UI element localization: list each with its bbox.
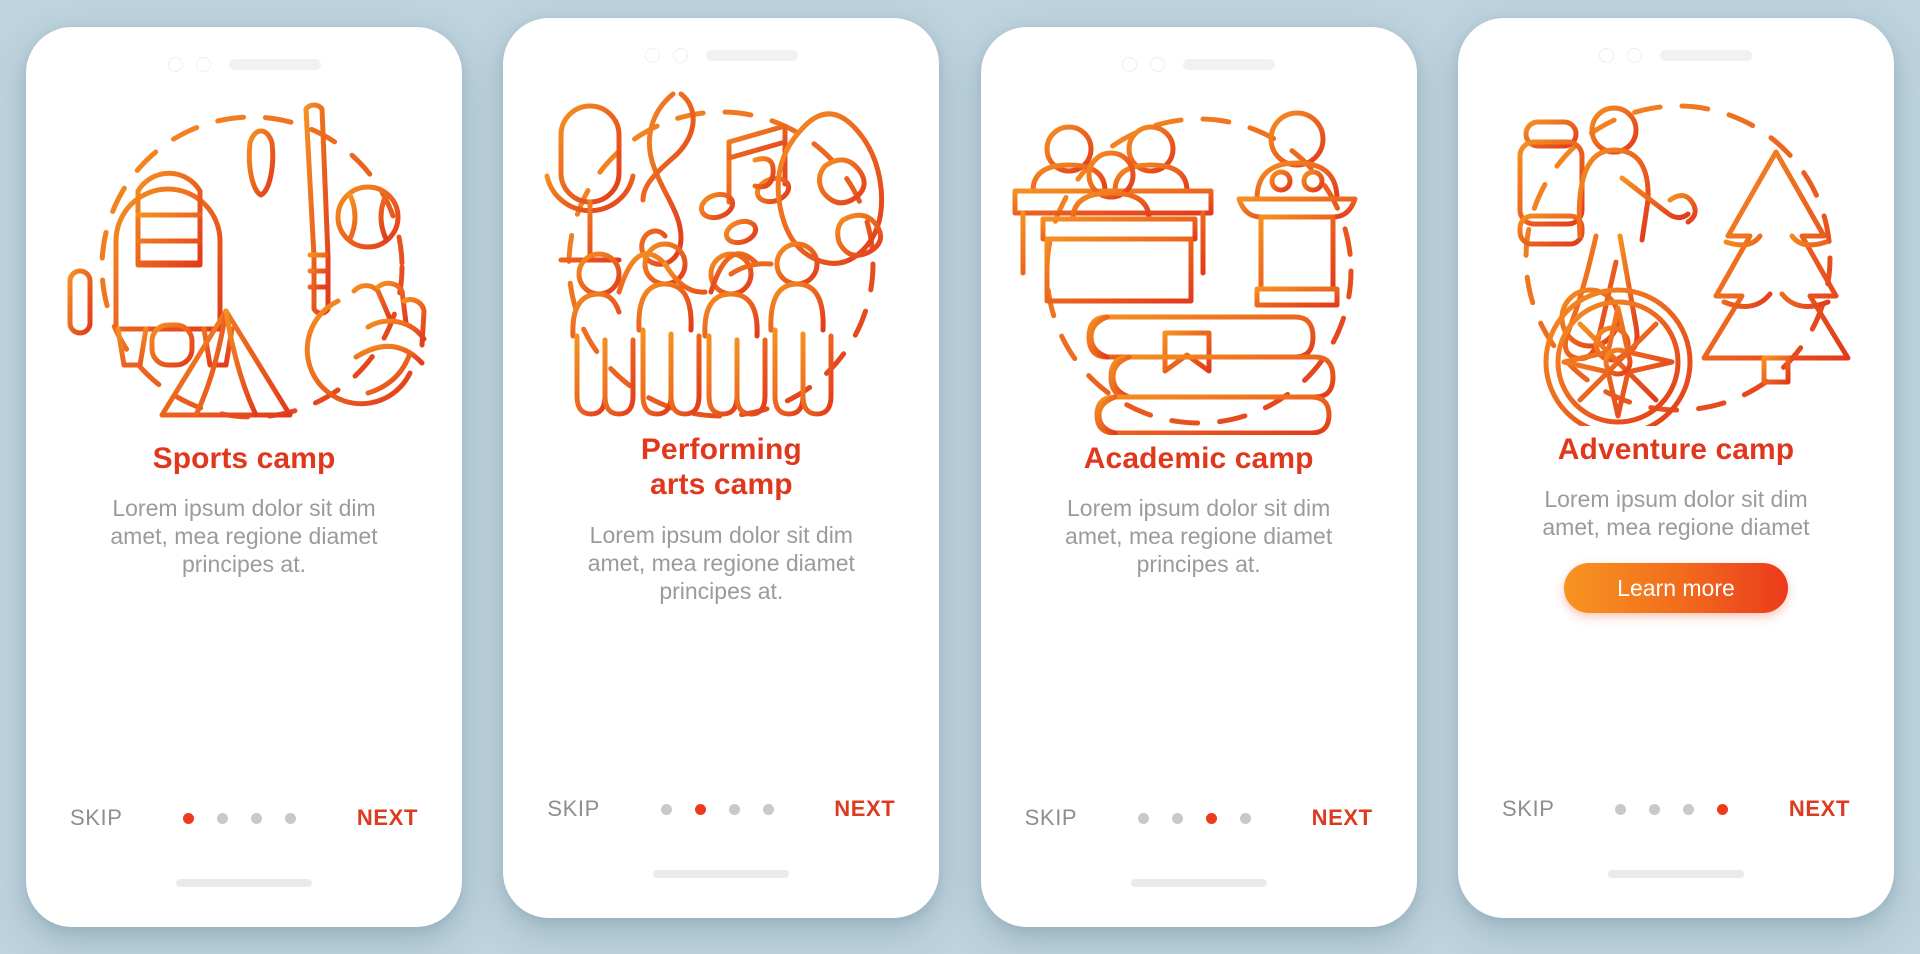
screen-title: Academic camp [1083,442,1314,475]
speaker-grille-icon [1183,58,1276,70]
screen-description: Lorem ipsum dolor sit dim amet, mea regi… [1065,495,1333,578]
next-button[interactable]: NEXT [357,805,418,831]
speaker-grille-icon [1660,49,1753,61]
text-block: Sports camp Lorem ipsum dolor sit dim ame… [26,435,462,579]
pagination-dot-3-active[interactable] [1205,812,1217,824]
pagination-dot-3[interactable] [251,812,263,824]
pagination-dot-3[interactable] [728,803,740,815]
pagination-dot-1-active[interactable] [183,812,195,824]
pagination-dot-1[interactable] [1137,812,1149,824]
performing-arts-illustration [533,86,909,426]
next-button[interactable]: NEXT [834,796,895,822]
camera-dot-icon [167,56,183,72]
text-block: Adventure camp Lorem ipsum dolor sit dim … [1458,426,1894,614]
screen-description: Lorem ipsum dolor sit dim amet, mea regi… [110,495,378,578]
pagination-dot-4[interactable] [285,812,297,824]
text-block: Academic camp Lorem ipsum dolor sit dim a… [981,435,1417,579]
text-block: Performing arts camp Lorem ipsum dolor si… [503,426,939,605]
skip-button[interactable]: SKIP [70,805,123,831]
speaker-grille-icon [228,58,321,70]
pagination-dot-4[interactable] [762,803,774,815]
phone-notch-bar [981,27,1417,89]
skip-button[interactable]: SKIP [547,796,600,822]
onboarding-nav: SKIP NEXT [503,796,939,822]
phone-notch-bar [26,27,462,89]
onboarding-nav: SKIP NEXT [26,805,462,831]
screen-title: Adventure camp [1557,433,1795,466]
pagination-dot-2[interactable] [1171,812,1183,824]
pagination-dot-2[interactable] [217,812,229,824]
sports-equipment-illustration [56,95,432,435]
home-indicator [653,870,790,878]
onboarding-nav: SKIP NEXT [981,805,1417,831]
phone-screen-adventure-camp: Adventure camp Lorem ipsum dolor sit dim … [1457,18,1894,918]
academic-illustration [1011,95,1387,435]
learn-more-button[interactable]: Learn more [1563,563,1788,614]
screen-description: Lorem ipsum dolor sit dim amet, mea regi… [587,521,855,604]
pagination-dot-2[interactable] [1649,803,1661,815]
camera-dot-icon [644,47,660,63]
phone-screen-academic-camp: Academic camp Lorem ipsum dolor sit dim a… [980,27,1417,927]
sensor-dot-icon [195,56,211,72]
sensor-dot-icon [1627,47,1643,63]
pagination-dots [183,812,297,824]
screen-title: Performing arts camp [640,433,802,502]
phone-screen-sports-camp: Sports camp Lorem ipsum dolor sit dim ame… [26,27,462,927]
pagination-dot-2-active[interactable] [694,803,706,815]
next-button[interactable]: NEXT [1312,805,1373,831]
phone-notch-bar [503,18,939,80]
onboarding-nav: SKIP NEXT [1458,796,1894,822]
pagination-dot-3[interactable] [1683,803,1695,815]
next-button[interactable]: NEXT [1789,796,1850,822]
screen-title: Sports camp [152,442,336,475]
onboarding-screens-row: Sports camp Lorem ipsum dolor sit dim ame… [0,0,1920,954]
pagination-dot-4-active[interactable] [1717,803,1729,815]
sensor-dot-icon [1150,56,1166,72]
speaker-grille-icon [705,49,798,61]
skip-button[interactable]: SKIP [1502,796,1555,822]
pagination-dot-1[interactable] [1615,803,1627,815]
pagination-dot-4[interactable] [1239,812,1251,824]
home-indicator [1130,879,1267,887]
camera-dot-icon [1122,56,1138,72]
pagination-dots [660,803,774,815]
adventure-illustration [1488,86,1864,426]
screen-description: Lorem ipsum dolor sit dim amet, mea regi… [1542,486,1810,541]
skip-button[interactable]: SKIP [1025,805,1078,831]
home-indicator [1607,870,1744,878]
phone-notch-bar [1458,18,1894,80]
sensor-dot-icon [672,47,688,63]
pagination-dots [1615,803,1729,815]
camera-dot-icon [1599,47,1615,63]
home-indicator [176,879,312,887]
phone-screen-performing-arts-camp: Performing arts camp Lorem ipsum dolor si… [503,18,940,918]
pagination-dot-1[interactable] [660,803,672,815]
pagination-dots [1137,812,1251,824]
